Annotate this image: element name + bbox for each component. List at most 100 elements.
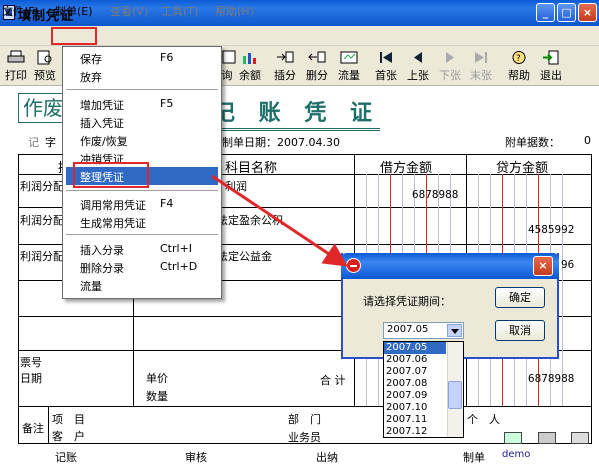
dialog-close-button[interactable]: × — [533, 256, 553, 276]
cancel-button[interactable]: 取消 — [495, 320, 545, 341]
auditor-label: 审核 — [185, 451, 207, 464]
chevron-down-icon[interactable] — [447, 324, 462, 337]
menu-file[interactable]: 文件(F) — [2, 3, 39, 19]
card-icon[interactable] — [504, 432, 522, 444]
preview-icon — [37, 50, 52, 65]
print-button[interactable]: 打印 — [2, 50, 30, 84]
col-credit: 贷方金额 — [496, 161, 549, 176]
customer-label: 客 户 — [52, 430, 85, 443]
period-option[interactable]: 2007.10 — [384, 402, 446, 414]
menu-zhidan[interactable]: 制单(E) — [55, 3, 93, 19]
insert-row-icon — [277, 51, 294, 63]
minimize-button[interactable]: _ — [536, 3, 555, 22]
row3-credit[interactable]: 96 — [561, 258, 574, 271]
dropdown-separator — [66, 234, 218, 235]
exit-label: 退出 — [540, 69, 562, 82]
first-record-icon — [380, 52, 392, 63]
keyboard-icon[interactable] — [538, 432, 556, 444]
voucher-type: 字 — [45, 136, 56, 149]
help-button[interactable]: ? 帮助 — [505, 50, 533, 84]
insert-row-label: 插分 — [274, 69, 296, 82]
dd-call-common[interactable]: 调用常用凭证 — [80, 197, 146, 213]
voucher-title: 记 账 凭 证 — [213, 95, 380, 131]
dd-add-voucher[interactable]: 增加凭证 — [80, 97, 124, 113]
ok-button[interactable]: 确定 — [495, 287, 545, 308]
dd-make-common[interactable]: 生成常用凭证 — [80, 215, 146, 231]
preview-button[interactable]: 预览 — [31, 50, 59, 84]
svg-text:?: ? — [516, 54, 521, 64]
printer-icon — [7, 50, 25, 63]
next-label: 下张 — [439, 69, 461, 82]
calculator-icon[interactable] — [571, 432, 589, 444]
exit-button[interactable]: 退出 — [537, 50, 565, 84]
project-label: 项 目 — [52, 413, 85, 426]
query-button[interactable]: 询 — [220, 50, 236, 84]
help-label: 帮助 — [508, 69, 530, 82]
print-label: 打印 — [5, 69, 27, 82]
maker-value: demo — [502, 449, 531, 460]
balance-label: 余额 — [239, 69, 261, 82]
period-selected-value: 2007.05 — [387, 324, 429, 335]
maker-label: 制单 — [463, 451, 485, 464]
delete-row-button[interactable]: 删分 — [303, 50, 331, 84]
prev-record-icon — [414, 52, 422, 63]
period-option[interactable]: 2007.08 — [384, 378, 446, 390]
personal-label: 个 人 — [467, 413, 500, 426]
row1-debit[interactable]: 6878988 — [412, 188, 458, 201]
row2-subject[interactable]: 法定盈余公积 — [217, 212, 283, 228]
row2-credit[interactable]: 4585992 — [528, 223, 574, 236]
dd-void-restore[interactable]: 作废/恢复 — [80, 133, 128, 149]
dialog-title-bar — [341, 253, 559, 279]
bar-chart-icon — [243, 53, 256, 64]
preview-label: 预览 — [34, 69, 56, 82]
menu-view[interactable]: 查看(V) — [110, 3, 148, 19]
dd-abandon[interactable]: 放弃 — [80, 69, 102, 85]
stop-icon — [346, 258, 361, 273]
total-debit: 6878988 — [528, 372, 575, 385]
dd-insert-voucher[interactable]: 插入凭证 — [80, 115, 124, 131]
delete-row-icon — [308, 51, 326, 63]
period-option[interactable]: 2007.11 — [384, 414, 446, 426]
dd-save-shortcut: F6 — [160, 51, 174, 64]
period-option[interactable]: 2007.07 — [384, 366, 446, 378]
row3-subject[interactable]: 法定公益金 — [217, 248, 272, 264]
cashier-label: 出纳 — [316, 451, 338, 464]
voucher-date: 制单日期：2007.04.30 — [222, 136, 340, 149]
row1-subject[interactable]: 利润 — [225, 178, 247, 194]
dd-insert-entry[interactable]: 插入分录 — [80, 242, 124, 258]
attach-label: 附单据数： — [505, 136, 560, 149]
period-option[interactable]: 2007.05 — [384, 342, 446, 354]
close-button[interactable]: × — [578, 3, 597, 22]
first-button[interactable]: 首张 — [372, 50, 400, 84]
dd-delete-entry[interactable]: 删除分录 — [80, 260, 124, 276]
annotation-box-organize — [73, 162, 149, 188]
row2-summary[interactable]: 利润分配 — [20, 212, 64, 228]
delete-row-label: 删分 — [306, 69, 328, 82]
ticket-no-label: 票号 — [20, 356, 42, 369]
prev-button[interactable]: 上张 — [404, 50, 432, 84]
maximize-button[interactable]: □ — [557, 3, 576, 22]
col-debit: 借方金额 — [380, 161, 433, 176]
last-button[interactable]: 末张 — [467, 50, 495, 84]
period-option[interactable]: 2007.12 — [384, 426, 446, 438]
row1-summary[interactable]: 利润分配 — [20, 178, 64, 194]
dd-save[interactable]: 保存 — [80, 51, 102, 67]
salesperson-label: 业务员 — [288, 431, 321, 444]
insert-row-button[interactable]: 插分 — [271, 50, 299, 84]
balance-button[interactable]: 余额 — [236, 50, 264, 84]
flow-button[interactable]: 流量 — [335, 50, 363, 84]
period-option[interactable]: 2007.06 — [384, 354, 446, 366]
next-button[interactable]: 下张 — [436, 50, 464, 84]
help-icon: ? — [512, 51, 526, 64]
dd-flow[interactable]: 流量 — [80, 278, 102, 294]
scrollbar-thumb[interactable] — [448, 381, 462, 409]
menu-help[interactable]: 帮助(H) — [215, 3, 254, 19]
dd-delete-entry-shortcut: Ctrl+D — [160, 260, 198, 273]
date-label: 日期 — [20, 372, 42, 385]
period-option[interactable]: 2007.09 — [384, 390, 446, 402]
table-line — [48, 406, 49, 444]
period-select[interactable]: 2007.05 — [383, 322, 464, 339]
menu-tools[interactable]: 工具(T) — [161, 3, 198, 19]
prev-label: 上张 — [407, 69, 429, 82]
row3-summary[interactable]: 利润分配 — [20, 248, 64, 264]
